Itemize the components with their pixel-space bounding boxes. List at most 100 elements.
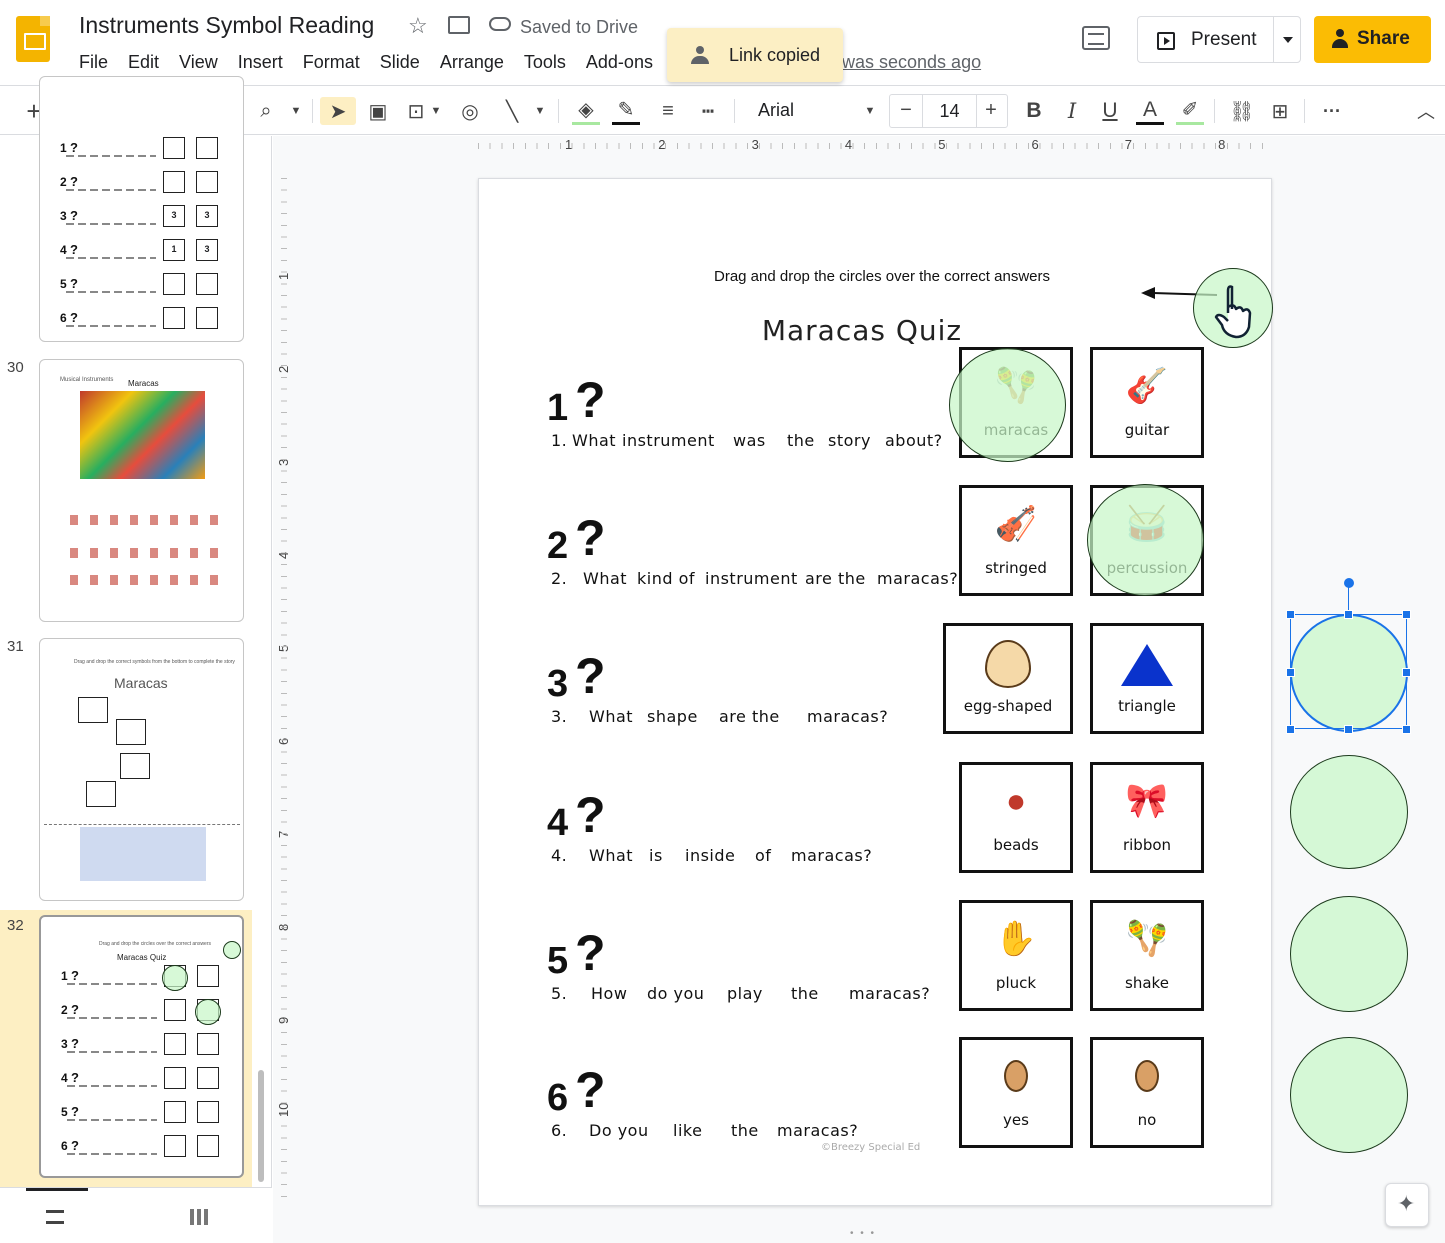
resize-handle[interactable] (1286, 610, 1295, 619)
last-edit-link[interactable]: was seconds ago (842, 52, 981, 73)
slide-thumb-31[interactable]: Drag and drop the correct symbols from t… (39, 638, 244, 901)
toolbar-divider (558, 99, 559, 123)
line-icon[interactable]: ╲ (498, 97, 526, 125)
move-folder-icon[interactable] (448, 16, 470, 34)
toolbar-divider (734, 99, 735, 123)
select-cursor-icon[interactable]: ➤ (320, 97, 356, 125)
add-comment-icon[interactable]: ⊞ (1266, 97, 1294, 125)
thumb-blank-box (116, 719, 146, 745)
slides-logo-icon[interactable] (16, 16, 50, 62)
menu-tools[interactable]: Tools (524, 52, 566, 73)
slide-thumb-30[interactable]: Musical Instruments Maracas (39, 359, 244, 622)
slide-thumb-32[interactable]: Drag and drop the circles over the corre… (39, 915, 244, 1178)
chevron-down-icon[interactable] (1283, 37, 1293, 43)
collapse-toolbar-icon[interactable]: ︿ (1412, 97, 1440, 125)
speaker-notes-grip[interactable]: • • • (850, 1228, 876, 1239)
face-icon (1135, 1060, 1159, 1092)
menu-insert[interactable]: Insert (238, 52, 283, 73)
question-number: 2 (547, 525, 569, 567)
thumb-answer-box (197, 1033, 219, 1055)
egg-icon (985, 640, 1031, 688)
underline-button[interactable]: U (1096, 97, 1124, 125)
resize-handle[interactable] (1286, 725, 1295, 734)
resize-handle[interactable] (1402, 668, 1411, 677)
menu-slide[interactable]: Slide (380, 52, 420, 73)
shape-icon[interactable]: ◎ (456, 97, 484, 125)
hand-circle[interactable] (1193, 268, 1273, 348)
menu-format[interactable]: Format (303, 52, 360, 73)
resize-handle[interactable] (1344, 610, 1353, 619)
thumb-question-mark: ? (70, 140, 78, 155)
slide-thumb-29[interactable]: 1? 2? 3? 3 3 4? 1 3 5? 6? (39, 76, 244, 342)
answer-box-ribbon[interactable]: 🎀 ribbon (1090, 762, 1204, 873)
fill-color-icon[interactable]: ◈ (572, 97, 600, 125)
italic-button[interactable]: I (1058, 97, 1086, 125)
list-view-icon[interactable] (46, 1210, 64, 1224)
thumb-question-number: 2 (61, 1003, 68, 1017)
draggable-circle[interactable] (1290, 1037, 1408, 1153)
resize-handle[interactable] (1286, 668, 1295, 677)
explore-icon[interactable] (1385, 1183, 1429, 1227)
border-color-icon[interactable]: ✎ (612, 97, 640, 125)
decrease-font-size-button[interactable]: − (892, 99, 920, 122)
font-size-input[interactable]: 14 (922, 95, 977, 127)
grid-view-icon[interactable] (190, 1209, 208, 1225)
question-word: do you (647, 984, 705, 1003)
document-title[interactable]: Instruments Symbol Reading (79, 12, 374, 39)
slide-canvas[interactable]: Drag and drop the circles over the corre… (478, 178, 1273, 1206)
answer-box-beads[interactable]: ● beads (959, 762, 1073, 873)
answer-box-egg-shaped[interactable]: egg-shaped (943, 623, 1073, 734)
increase-font-size-button[interactable]: + (977, 99, 1005, 122)
image-icon[interactable]: ⊡ (402, 97, 430, 125)
text-color-button[interactable]: A (1136, 97, 1164, 125)
draggable-circle[interactable] (1290, 755, 1408, 869)
placed-circle-percussion[interactable] (1087, 484, 1204, 596)
answer-box-no[interactable]: no (1090, 1037, 1204, 1148)
font-family-select[interactable]: Arial (746, 97, 876, 125)
image-chevron-icon[interactable]: ▼ (428, 97, 444, 125)
menu-arrange[interactable]: Arrange (440, 52, 504, 73)
question-word: story (828, 431, 871, 450)
share-button[interactable]: Share (1314, 16, 1431, 63)
present-button[interactable]: Present (1137, 16, 1301, 63)
answer-box-guitar[interactable]: 🎸 guitar (1090, 347, 1204, 458)
comments-icon[interactable] (1082, 26, 1110, 50)
line-chevron-icon[interactable]: ▼ (530, 97, 550, 125)
menu-edit[interactable]: Edit (128, 52, 159, 73)
zoom-icon[interactable]: ⌕ (252, 97, 280, 125)
placed-circle-maracas[interactable] (949, 348, 1066, 462)
thumb-question-number: 5 (60, 277, 67, 291)
star-icon[interactable]: ☆ (408, 13, 428, 39)
text-box-icon[interactable]: ▣ (364, 97, 392, 125)
border-dash-icon[interactable]: ┅ (694, 97, 722, 125)
thumb-symbol-row (70, 515, 220, 525)
bold-button[interactable]: B (1020, 97, 1048, 125)
menu-view[interactable]: View (179, 52, 218, 73)
font-chevron-icon[interactable]: ▼ (860, 97, 880, 125)
answer-box-triangle[interactable]: triangle (1090, 623, 1204, 734)
question-word: 6. (551, 1121, 568, 1140)
resize-handle[interactable] (1402, 610, 1411, 619)
rotate-handle[interactable] (1344, 578, 1354, 588)
resize-handle[interactable] (1344, 725, 1353, 734)
thumb-question-mark: ? (71, 1138, 79, 1153)
border-weight-icon[interactable]: ≡ (654, 97, 682, 125)
thumb-header: Drag and drop the correct symbols from t… (74, 659, 235, 665)
thumb-question-number: 4 (60, 243, 67, 257)
thumb-symbol-bank (80, 827, 206, 881)
answer-box-shake[interactable]: 🪇 shake (1090, 900, 1204, 1011)
insert-link-icon[interactable]: ⛓ (1228, 97, 1256, 125)
slide-title[interactable]: Maracas Quiz (709, 314, 1015, 347)
answer-box-yes[interactable]: yes (959, 1037, 1073, 1148)
menu-addons[interactable]: Add-ons (586, 52, 653, 73)
answer-box-pluck[interactable]: ✋ pluck (959, 900, 1073, 1011)
answer-box-stringed[interactable]: 🎻 stringed (959, 485, 1073, 596)
filmstrip-scrollbar[interactable] (258, 1070, 264, 1182)
question-word: are the (719, 707, 780, 726)
zoom-chevron-icon[interactable]: ▼ (286, 97, 306, 125)
highlight-color-icon[interactable]: ✐ (1176, 97, 1204, 125)
menu-file[interactable]: File (79, 52, 108, 73)
more-options-icon[interactable]: ··· (1318, 97, 1346, 125)
resize-handle[interactable] (1402, 725, 1411, 734)
draggable-circle[interactable] (1290, 896, 1408, 1012)
